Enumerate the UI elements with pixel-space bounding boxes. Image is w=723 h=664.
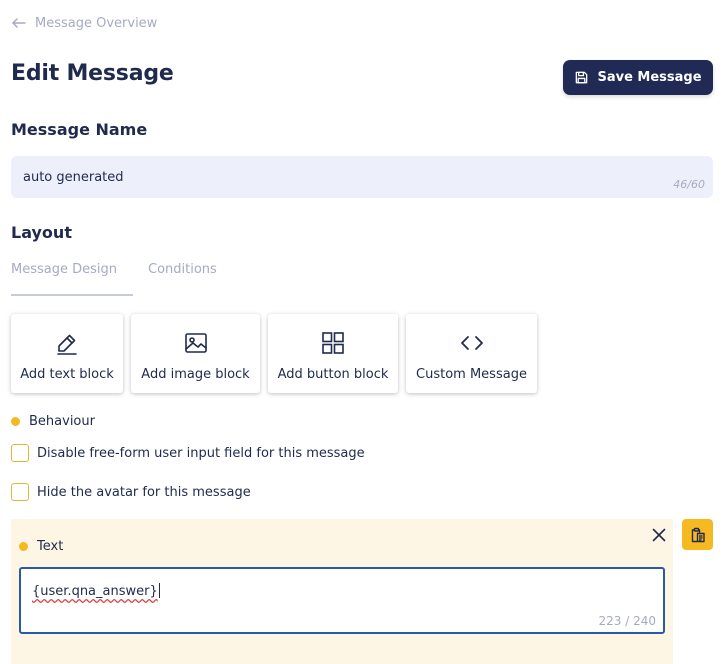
text-block-label: Text <box>37 539 64 554</box>
save-icon <box>576 71 588 84</box>
message-name-heading: Message Name <box>11 120 148 139</box>
custom-message-button[interactable]: Custom Message <box>406 314 537 393</box>
behaviour-label: Behaviour <box>29 414 95 429</box>
text-block-input[interactable]: {user.qna_answer} 223 / 240 <box>19 567 665 634</box>
add-button-block-button[interactable]: Add button block <box>268 314 398 393</box>
save-message-button[interactable]: Save Message <box>563 60 713 95</box>
text-block-header: Text <box>19 539 63 554</box>
code-icon <box>460 336 483 350</box>
message-name-input[interactable] <box>11 156 713 198</box>
paste-button[interactable] <box>682 519 713 550</box>
add-button-block-label: Add button block <box>277 367 389 382</box>
message-name-field[interactable]: 46/60 <box>11 156 713 198</box>
tab-conditions[interactable]: Conditions <box>148 262 217 296</box>
save-message-label: Save Message <box>597 70 702 85</box>
behaviour-dot <box>11 417 20 426</box>
hide-avatar-checkbox[interactable] <box>11 483 29 501</box>
hide-avatar-label: Hide the avatar for this message <box>37 484 251 500</box>
add-text-block-label: Add text block <box>20 367 114 382</box>
behaviour-section: Behaviour <box>11 414 95 429</box>
close-icon[interactable] <box>650 526 668 544</box>
tab-message-design[interactable]: Message Design <box>11 262 133 296</box>
disable-input-label: Disable free-form user input field for t… <box>37 445 365 461</box>
custom-message-label: Custom Message <box>416 367 527 382</box>
back-link-label: Message Overview <box>35 15 158 31</box>
pencil-icon <box>57 334 77 355</box>
text-block-dot <box>19 542 28 551</box>
clipboard-icon <box>691 527 705 542</box>
text-block-counter: 223 / 240 <box>598 614 656 628</box>
image-icon <box>184 333 207 353</box>
block-toolbar: Add text block Add image block Add butto… <box>11 314 537 393</box>
disable-input-checkbox[interactable] <box>11 444 29 462</box>
add-image-block-button[interactable]: Add image block <box>131 314 260 393</box>
grid-icon <box>322 332 344 354</box>
layout-heading: Layout <box>11 223 72 242</box>
page-title: Edit Message <box>11 61 174 86</box>
text-block-value: {user.qna_answer} <box>32 583 160 599</box>
disable-input-option: Disable free-form user input field for t… <box>11 444 365 462</box>
layout-tabs: Message Design Conditions <box>11 262 217 296</box>
back-link[interactable]: Message Overview <box>11 15 157 31</box>
hide-avatar-option: Hide the avatar for this message <box>11 483 251 501</box>
text-block-value-text: {user.qna_answer} <box>32 584 158 599</box>
add-text-block-button[interactable]: Add text block <box>11 314 123 393</box>
message-name-counter: 46/60 <box>673 178 705 191</box>
add-image-block-label: Add image block <box>141 367 250 382</box>
arrow-left-icon <box>12 18 26 28</box>
text-caret <box>158 583 160 598</box>
